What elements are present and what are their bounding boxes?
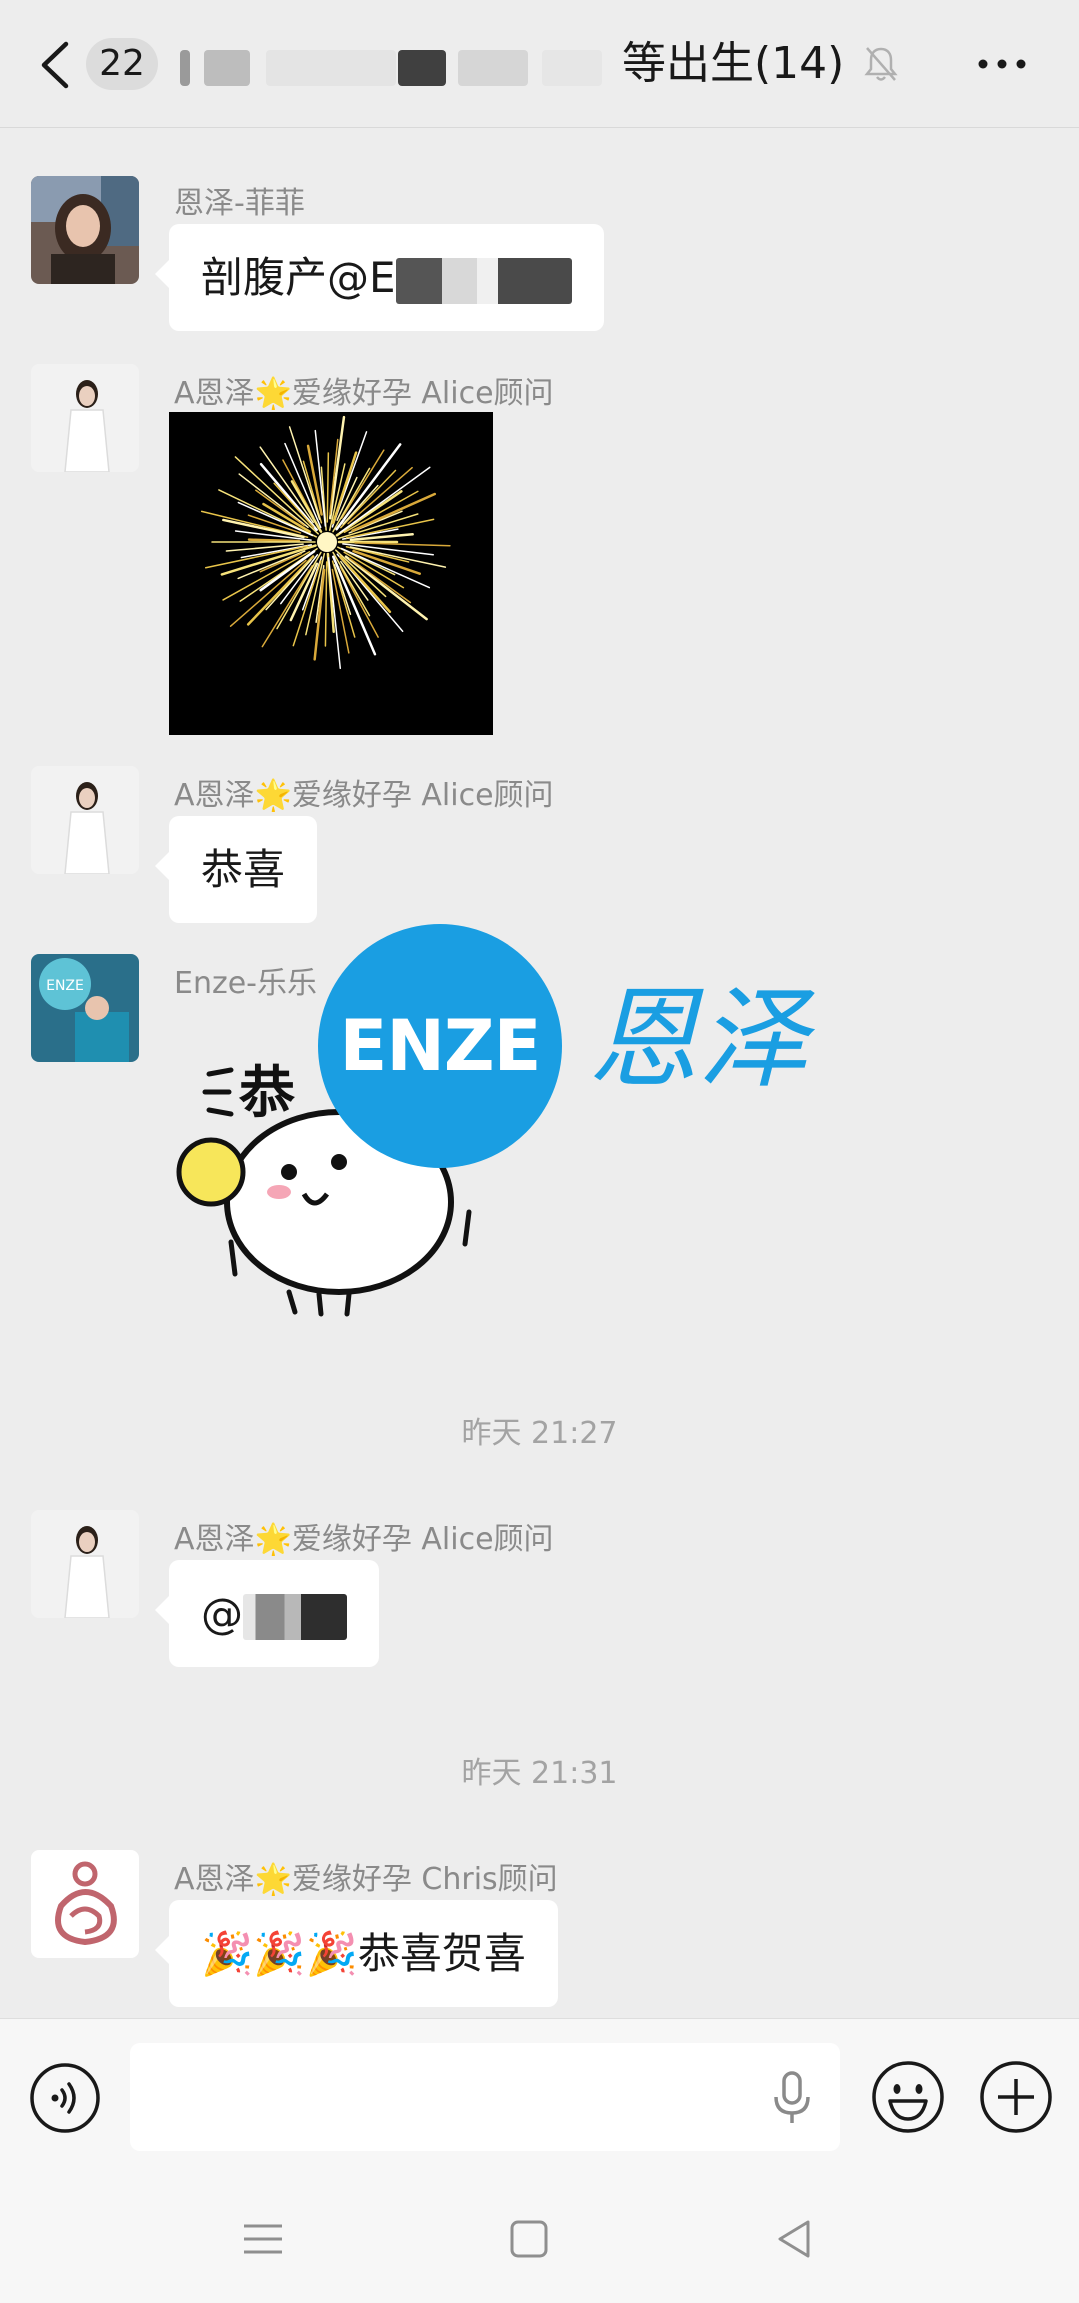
message-text: 剖腹产@E [201, 253, 396, 302]
timestamp: 昨天 21:31 [461, 1756, 618, 1791]
message-bubble[interactable]: @ [155, 1560, 379, 1667]
avatar[interactable] [31, 176, 139, 284]
fireworks-image[interactable] [169, 412, 493, 735]
more-functions-button[interactable] [978, 2059, 1054, 2135]
sender-name: 恩泽-菲菲 [174, 186, 305, 221]
more-dots-icon [978, 59, 1026, 69]
message-input-bar [0, 2018, 1079, 2174]
avatar[interactable]: ENZE [31, 954, 139, 1062]
smiley-icon [872, 2061, 944, 2133]
watermark-text: 恩泽 [588, 975, 808, 1103]
emoji-button[interactable] [870, 2059, 946, 2135]
message-text: 恭喜 [201, 845, 286, 894]
message-text: @ [201, 1589, 243, 1638]
more-options-button[interactable] [976, 46, 1028, 82]
avatar[interactable] [31, 1510, 139, 1618]
avatar-badge: ENZE [46, 978, 84, 994]
chat-title: 等出生(14) [622, 38, 845, 89]
message-text: 🎉🎉🎉恭喜贺喜 [201, 1929, 526, 1978]
triangle-back-icon [778, 2220, 810, 2258]
avatar[interactable] [31, 766, 139, 874]
timestamp: 昨天 21:27 [461, 1416, 618, 1451]
plus-circle-icon [980, 2061, 1052, 2133]
message-input[interactable] [130, 2043, 840, 2151]
voice-toggle-button[interactable] [28, 2061, 102, 2135]
nav-back-button[interactable] [770, 2214, 820, 2264]
sender-name: A恩泽🌟爱缘好孕 Chris顾问 [174, 1862, 558, 1897]
system-nav-bar [0, 2174, 1079, 2303]
square-icon [510, 2220, 548, 2258]
back-button[interactable] [34, 38, 78, 92]
sticker-text: 恭 [238, 1061, 295, 1126]
nav-menu-button[interactable] [238, 2214, 288, 2264]
sender-name: A恩泽🌟爱缘好孕 Alice顾问 [174, 1522, 554, 1557]
brand-watermark: ENZE 恩泽 [318, 924, 878, 1168]
message-bubble[interactable]: 🎉🎉🎉恭喜贺喜 [155, 1900, 558, 2007]
avatar[interactable] [31, 364, 139, 472]
message-bubble[interactable]: 剖腹产@E [155, 224, 604, 331]
chevron-left-icon [41, 41, 69, 89]
message-bubble[interactable]: 恭喜 [154, 816, 318, 923]
nav-home-button[interactable] [504, 2214, 554, 2264]
sender-name: A恩泽🌟爱缘好孕 Alice顾问 [174, 376, 554, 411]
unread-count-badge: 22 [86, 38, 158, 90]
microphone-icon[interactable] [770, 2069, 814, 2127]
bell-off-icon [862, 44, 900, 84]
sender-name: Enze-乐乐 [174, 966, 317, 1001]
redacted-mention [243, 1593, 347, 1640]
voice-wave-icon [30, 2063, 100, 2133]
enze-logo: ENZE [318, 924, 562, 1168]
chat-header: 22 等出生(14) [0, 0, 1079, 128]
avatar[interactable] [31, 1850, 139, 1958]
menu-lines-icon [244, 2224, 282, 2254]
redacted-title [176, 40, 616, 90]
redacted-mention [395, 257, 572, 304]
sender-name: A恩泽🌟爱缘好孕 Alice顾问 [174, 778, 554, 813]
